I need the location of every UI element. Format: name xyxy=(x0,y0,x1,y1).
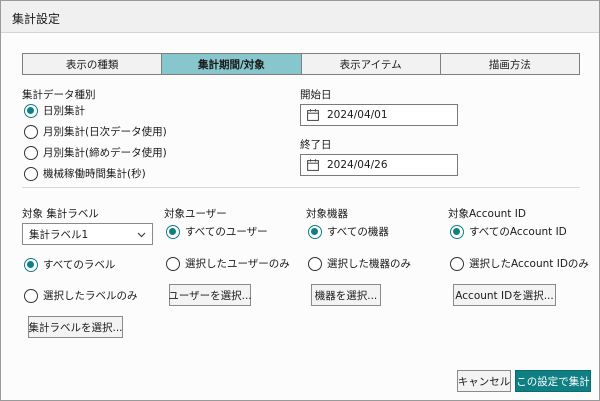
radio-label: 月別集計(日次データ使用) xyxy=(43,126,167,138)
radio-daily[interactable]: 日別集計 xyxy=(24,103,85,118)
radio-indicator xyxy=(24,257,38,272)
radio-label: 月別集計(締めデータ使用) xyxy=(43,147,167,159)
radio-indicator xyxy=(308,224,322,239)
radio-selected-labels[interactable]: 選択したラベルのみ xyxy=(24,288,138,303)
end-date-value: 2024/04/26 xyxy=(327,159,388,171)
radio-indicator xyxy=(450,256,464,271)
select-users-button[interactable]: ユーザーを選択... xyxy=(168,284,252,306)
radio-label: 選択したラベルのみ xyxy=(43,290,138,302)
radio-all-users[interactable]: すべてのユーザー xyxy=(166,224,268,239)
radio-all-accounts[interactable]: すべてのAccount ID xyxy=(450,224,567,239)
end-date-field[interactable]: 2024/04/26 xyxy=(300,154,458,176)
title-bar: 集計設定 xyxy=(1,1,599,33)
radio-label: 選択したAccount IDのみ xyxy=(469,258,589,270)
select-labels-button[interactable]: 集計ラベルを選択... xyxy=(28,316,123,338)
calendar-icon xyxy=(307,159,319,171)
end-date-label: 終了日 xyxy=(300,139,332,151)
radio-label: 機械稼働時間集計(秒) xyxy=(43,168,146,180)
radio-monthly-daily[interactable]: 月別集計(日次データ使用) xyxy=(24,124,167,139)
radio-indicator xyxy=(24,166,38,181)
tab-display-items[interactable]: 表示アイテム xyxy=(300,53,441,75)
aggregation-type-heading: 集計データ種別 xyxy=(22,89,96,101)
radio-selected-devices[interactable]: 選択した機器のみ xyxy=(308,256,411,271)
apply-button[interactable]: この設定で集計 xyxy=(515,370,591,392)
separator xyxy=(22,187,580,188)
start-date-value: 2024/04/01 xyxy=(327,109,388,121)
radio-monthly-closing[interactable]: 月別集計(締めデータ使用) xyxy=(24,145,167,160)
radio-indicator xyxy=(24,103,38,118)
start-date-label: 開始日 xyxy=(300,89,332,101)
radio-selected-users[interactable]: 選択したユーザーのみ xyxy=(166,256,290,271)
tab-drawing-method[interactable]: 描画方法 xyxy=(439,53,580,75)
radio-all-devices[interactable]: すべての機器 xyxy=(308,224,389,239)
radio-selected-accounts[interactable]: 選択したAccount IDのみ xyxy=(450,256,589,271)
radio-label: 選択した機器のみ xyxy=(327,258,411,270)
start-date-field[interactable]: 2024/04/01 xyxy=(300,104,458,126)
calendar-icon xyxy=(307,109,319,121)
tab-bar: 表示の種類 集計期間/対象 表示アイテム 描画方法 xyxy=(22,53,580,75)
label-select[interactable]: 集計ラベル1 xyxy=(22,223,153,245)
label-select-value: 集計ラベル1 xyxy=(29,228,89,241)
radio-indicator xyxy=(450,224,464,239)
chevron-down-icon xyxy=(137,232,146,238)
radio-label: 選択したユーザーのみ xyxy=(185,258,290,270)
radio-label: すべてのAccount ID xyxy=(469,226,567,238)
radio-indicator xyxy=(24,124,38,139)
tab-period-target[interactable]: 集計期間/対象 xyxy=(161,53,302,75)
radio-all-labels[interactable]: すべてのラベル xyxy=(24,257,115,272)
radio-indicator xyxy=(166,224,180,239)
radio-label: すべてのラベル xyxy=(43,259,116,271)
select-devices-button[interactable]: 機器を選択... xyxy=(311,284,381,306)
target-user-heading: 対象ユーザー xyxy=(164,208,227,220)
target-account-heading: 対象Account ID xyxy=(448,208,526,220)
radio-indicator xyxy=(308,256,322,271)
radio-label: すべてのユーザー xyxy=(185,226,268,238)
settings-dialog: 集計設定 表示の種類 集計期間/対象 表示アイテム 描画方法 集計データ種別 日… xyxy=(0,0,600,401)
window-title: 集計設定 xyxy=(12,12,61,26)
target-label-heading: 対象 集計ラベル xyxy=(22,208,99,220)
cancel-button[interactable]: キャンセル xyxy=(457,370,511,392)
radio-indicator xyxy=(24,288,38,303)
radio-label: 日別集計 xyxy=(43,105,85,117)
target-device-heading: 対象機器 xyxy=(306,208,348,220)
radio-label: すべての機器 xyxy=(327,226,389,238)
radio-indicator xyxy=(24,145,38,160)
tab-display-type[interactable]: 表示の種類 xyxy=(22,53,163,75)
radio-machine-time[interactable]: 機械稼働時間集計(秒) xyxy=(24,166,146,181)
select-accounts-button[interactable]: Account IDを選択... xyxy=(453,284,556,306)
radio-indicator xyxy=(166,256,180,271)
